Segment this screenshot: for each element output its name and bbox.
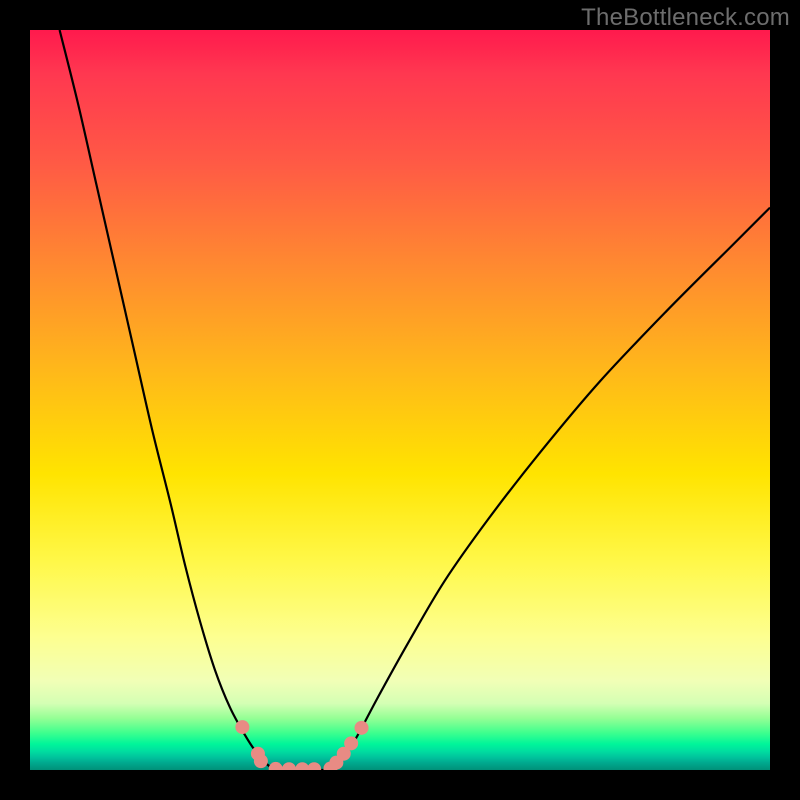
- curve-layer: [30, 30, 770, 770]
- marker-point: [355, 721, 369, 735]
- plot-area: [30, 30, 770, 770]
- marker-point: [235, 720, 249, 734]
- marker-group: [235, 720, 368, 770]
- marker-point: [344, 736, 358, 750]
- marker-point: [254, 754, 268, 768]
- bottleneck-curve: [60, 30, 770, 770]
- marker-point: [307, 762, 321, 770]
- watermark-text: TheBottleneck.com: [581, 4, 790, 32]
- marker-point: [269, 762, 283, 770]
- chart-frame: TheBottleneck.com: [0, 0, 800, 800]
- marker-point: [282, 762, 296, 770]
